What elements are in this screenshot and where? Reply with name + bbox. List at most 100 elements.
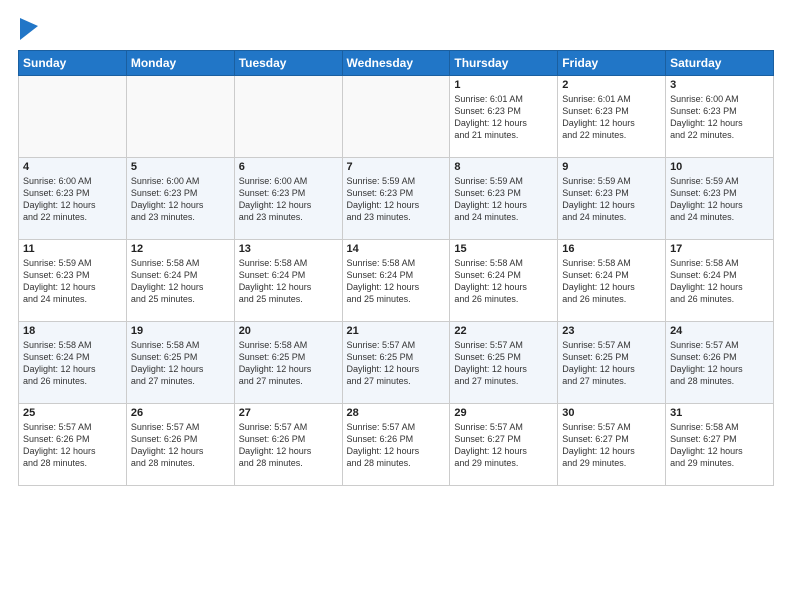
- day-number: 13: [239, 243, 338, 255]
- cell-sun-info: Sunrise: 5:57 AM Sunset: 6:26 PM Dayligh…: [131, 421, 230, 470]
- calendar-week-row: 1Sunrise: 6:01 AM Sunset: 6:23 PM Daylig…: [19, 76, 774, 158]
- calendar-cell: 13 Sunrise: 5:58 AM Sunset: 6:24 PM Dayli…: [234, 240, 342, 322]
- calendar-cell: 18 Sunrise: 5:58 AM Sunset: 6:24 PM Dayli…: [19, 322, 127, 404]
- calendar-cell: 14 Sunrise: 5:58 AM Sunset: 6:24 PM Dayli…: [342, 240, 450, 322]
- day-number: 3: [670, 79, 769, 91]
- calendar-cell: 16 Sunrise: 5:58 AM Sunset: 6:24 PM Dayli…: [558, 240, 666, 322]
- weekday-header-tuesday: Tuesday: [234, 51, 342, 76]
- day-number: 2: [562, 79, 661, 91]
- logo-icon: [20, 18, 38, 40]
- cell-sun-info: Sunrise: 5:58 AM Sunset: 6:24 PM Dayligh…: [454, 257, 553, 306]
- cell-sun-info: Sunrise: 5:58 AM Sunset: 6:24 PM Dayligh…: [239, 257, 338, 306]
- day-number: 1: [454, 79, 553, 91]
- day-number: 24: [670, 325, 769, 337]
- weekday-header-monday: Monday: [126, 51, 234, 76]
- day-number: 4: [23, 161, 122, 173]
- weekday-header-friday: Friday: [558, 51, 666, 76]
- calendar-cell: 22 Sunrise: 5:57 AM Sunset: 6:25 PM Dayli…: [450, 322, 558, 404]
- cell-sun-info: Sunrise: 5:57 AM Sunset: 6:25 PM Dayligh…: [454, 339, 553, 388]
- calendar-cell: 30 Sunrise: 5:57 AM Sunset: 6:27 PM Dayli…: [558, 404, 666, 486]
- calendar-cell: 21 Sunrise: 5:57 AM Sunset: 6:25 PM Dayli…: [342, 322, 450, 404]
- cell-sun-info: Sunrise: 5:58 AM Sunset: 6:24 PM Dayligh…: [23, 339, 122, 388]
- day-number: 26: [131, 407, 230, 419]
- cell-sun-info: Sunrise: 5:59 AM Sunset: 6:23 PM Dayligh…: [562, 175, 661, 224]
- calendar-cell: 3 Sunrise: 6:00 AM Sunset: 6:23 PM Daylig…: [666, 76, 774, 158]
- day-number: 16: [562, 243, 661, 255]
- calendar-cell: 19 Sunrise: 5:58 AM Sunset: 6:25 PM Dayli…: [126, 322, 234, 404]
- calendar-cell: [342, 76, 450, 158]
- day-number: 6: [239, 161, 338, 173]
- day-number: 22: [454, 325, 553, 337]
- weekday-header-wednesday: Wednesday: [342, 51, 450, 76]
- calendar-cell: 7 Sunrise: 5:59 AM Sunset: 6:23 PM Daylig…: [342, 158, 450, 240]
- calendar-cell: 25 Sunrise: 5:57 AM Sunset: 6:26 PM Dayli…: [19, 404, 127, 486]
- cell-sun-info: Sunrise: 5:59 AM Sunset: 6:23 PM Dayligh…: [347, 175, 446, 224]
- day-number: 28: [347, 407, 446, 419]
- day-number: 15: [454, 243, 553, 255]
- weekday-header-thursday: Thursday: [450, 51, 558, 76]
- weekday-header-row: SundayMondayTuesdayWednesdayThursdayFrid…: [19, 51, 774, 76]
- cell-sun-info: Sunrise: 5:57 AM Sunset: 6:25 PM Dayligh…: [347, 339, 446, 388]
- calendar-cell: 4 Sunrise: 6:00 AM Sunset: 6:23 PM Daylig…: [19, 158, 127, 240]
- day-number: 29: [454, 407, 553, 419]
- cell-sun-info: Sunrise: 5:57 AM Sunset: 6:27 PM Dayligh…: [454, 421, 553, 470]
- day-number: 10: [670, 161, 769, 173]
- calendar-table: SundayMondayTuesdayWednesdayThursdayFrid…: [18, 50, 774, 486]
- day-number: 14: [347, 243, 446, 255]
- calendar-cell: 31 Sunrise: 5:58 AM Sunset: 6:27 PM Dayli…: [666, 404, 774, 486]
- day-number: 27: [239, 407, 338, 419]
- day-number: 18: [23, 325, 122, 337]
- calendar-week-row: 4 Sunrise: 6:00 AM Sunset: 6:23 PM Daylig…: [19, 158, 774, 240]
- day-number: 19: [131, 325, 230, 337]
- calendar-cell: [126, 76, 234, 158]
- weekday-header-sunday: Sunday: [19, 51, 127, 76]
- calendar-cell: 15 Sunrise: 5:58 AM Sunset: 6:24 PM Dayli…: [450, 240, 558, 322]
- cell-sun-info: Sunrise: 5:57 AM Sunset: 6:26 PM Dayligh…: [239, 421, 338, 470]
- cell-sun-info: Sunrise: 6:00 AM Sunset: 6:23 PM Dayligh…: [239, 175, 338, 224]
- cell-sun-info: Sunrise: 5:57 AM Sunset: 6:26 PM Dayligh…: [670, 339, 769, 388]
- calendar-week-row: 25 Sunrise: 5:57 AM Sunset: 6:26 PM Dayli…: [19, 404, 774, 486]
- calendar-cell: 26 Sunrise: 5:57 AM Sunset: 6:26 PM Dayli…: [126, 404, 234, 486]
- cell-sun-info: Sunrise: 6:00 AM Sunset: 6:23 PM Dayligh…: [670, 93, 769, 142]
- calendar-cell: 5Sunrise: 6:00 AM Sunset: 6:23 PM Daylig…: [126, 158, 234, 240]
- page: SundayMondayTuesdayWednesdayThursdayFrid…: [0, 0, 792, 612]
- calendar-cell: 12Sunrise: 5:58 AM Sunset: 6:24 PM Dayli…: [126, 240, 234, 322]
- cell-sun-info: Sunrise: 6:00 AM Sunset: 6:23 PM Dayligh…: [131, 175, 230, 224]
- cell-sun-info: Sunrise: 5:58 AM Sunset: 6:25 PM Dayligh…: [131, 339, 230, 388]
- cell-sun-info: Sunrise: 5:58 AM Sunset: 6:24 PM Dayligh…: [670, 257, 769, 306]
- logo: [18, 18, 38, 40]
- day-number: 21: [347, 325, 446, 337]
- calendar-cell: 29 Sunrise: 5:57 AM Sunset: 6:27 PM Dayli…: [450, 404, 558, 486]
- cell-sun-info: Sunrise: 5:58 AM Sunset: 6:27 PM Dayligh…: [670, 421, 769, 470]
- calendar-cell: 2Sunrise: 6:01 AM Sunset: 6:23 PM Daylig…: [558, 76, 666, 158]
- calendar-cell: 23 Sunrise: 5:57 AM Sunset: 6:25 PM Dayli…: [558, 322, 666, 404]
- calendar-cell: [234, 76, 342, 158]
- day-number: 25: [23, 407, 122, 419]
- cell-sun-info: Sunrise: 5:57 AM Sunset: 6:27 PM Dayligh…: [562, 421, 661, 470]
- weekday-header-saturday: Saturday: [666, 51, 774, 76]
- calendar-cell: 6 Sunrise: 6:00 AM Sunset: 6:23 PM Daylig…: [234, 158, 342, 240]
- day-number: 30: [562, 407, 661, 419]
- calendar-cell: 8 Sunrise: 5:59 AM Sunset: 6:23 PM Daylig…: [450, 158, 558, 240]
- day-number: 12: [131, 243, 230, 255]
- cell-sun-info: Sunrise: 6:00 AM Sunset: 6:23 PM Dayligh…: [23, 175, 122, 224]
- cell-sun-info: Sunrise: 5:58 AM Sunset: 6:24 PM Dayligh…: [562, 257, 661, 306]
- calendar-cell: 28Sunrise: 5:57 AM Sunset: 6:26 PM Dayli…: [342, 404, 450, 486]
- day-number: 11: [23, 243, 122, 255]
- day-number: 23: [562, 325, 661, 337]
- calendar-cell: 24 Sunrise: 5:57 AM Sunset: 6:26 PM Dayli…: [666, 322, 774, 404]
- cell-sun-info: Sunrise: 5:57 AM Sunset: 6:26 PM Dayligh…: [23, 421, 122, 470]
- cell-sun-info: Sunrise: 5:58 AM Sunset: 6:24 PM Dayligh…: [347, 257, 446, 306]
- day-number: 7: [347, 161, 446, 173]
- calendar-cell: [19, 76, 127, 158]
- cell-sun-info: Sunrise: 5:57 AM Sunset: 6:25 PM Dayligh…: [562, 339, 661, 388]
- day-number: 31: [670, 407, 769, 419]
- calendar-cell: 27 Sunrise: 5:57 AM Sunset: 6:26 PM Dayli…: [234, 404, 342, 486]
- calendar-cell: 1Sunrise: 6:01 AM Sunset: 6:23 PM Daylig…: [450, 76, 558, 158]
- calendar-cell: 20Sunrise: 5:58 AM Sunset: 6:25 PM Dayli…: [234, 322, 342, 404]
- header: [18, 18, 774, 40]
- calendar-week-row: 18 Sunrise: 5:58 AM Sunset: 6:24 PM Dayli…: [19, 322, 774, 404]
- cell-sun-info: Sunrise: 5:59 AM Sunset: 6:23 PM Dayligh…: [454, 175, 553, 224]
- day-number: 8: [454, 161, 553, 173]
- calendar-cell: 9Sunrise: 5:59 AM Sunset: 6:23 PM Daylig…: [558, 158, 666, 240]
